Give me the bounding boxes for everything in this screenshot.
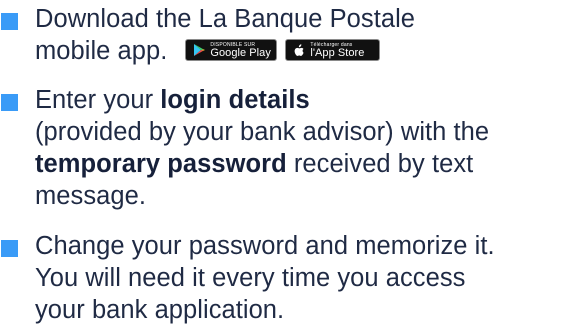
step-line: Enter your login details [35,84,577,116]
step-line: temporary password received by text [35,148,577,180]
square-bullet-icon [1,13,18,30]
step-line: Change your password and memorize it. [35,232,495,260]
step-text: Enter your login details (provided by yo… [35,84,577,212]
square-bullet-icon [1,240,18,257]
square-bullet-icon [1,94,18,111]
google-play-badge[interactable]: DISPONIBLE SUR Google Play [185,39,278,62]
login-details-emphasis: login details [160,86,310,114]
instruction-steps: Download the La Banque Postale mobile ap… [0,0,577,335]
step-line: (provided by your bank advisor) with the [35,118,490,146]
app-store-text: l'App Store [310,47,365,60]
step-line-text: Enter your [35,86,161,114]
step-line: Download the La Banque Postale [35,5,416,33]
step-text: Change your password and memorize it. Yo… [35,230,577,326]
app-store-badge[interactable]: Télécharger dans l'App Store [285,39,381,62]
step-line-text: received by text [286,150,474,178]
step-line-text: mobile app. [35,37,168,65]
temporary-password-emphasis: temporary password [35,150,287,178]
apple-icon [295,44,304,57]
google-play-icon [194,44,206,57]
step-line: You will need it every time you access [35,264,466,292]
google-play-text: Google Play [210,47,271,60]
step-line: message. [35,182,146,210]
step-line: your bank application. [35,296,285,324]
step-line: mobile app. DISPONIBLE SUR Google Play Télé… [35,35,577,67]
step-text: Download the La Banque Postale mobile ap… [35,3,577,67]
